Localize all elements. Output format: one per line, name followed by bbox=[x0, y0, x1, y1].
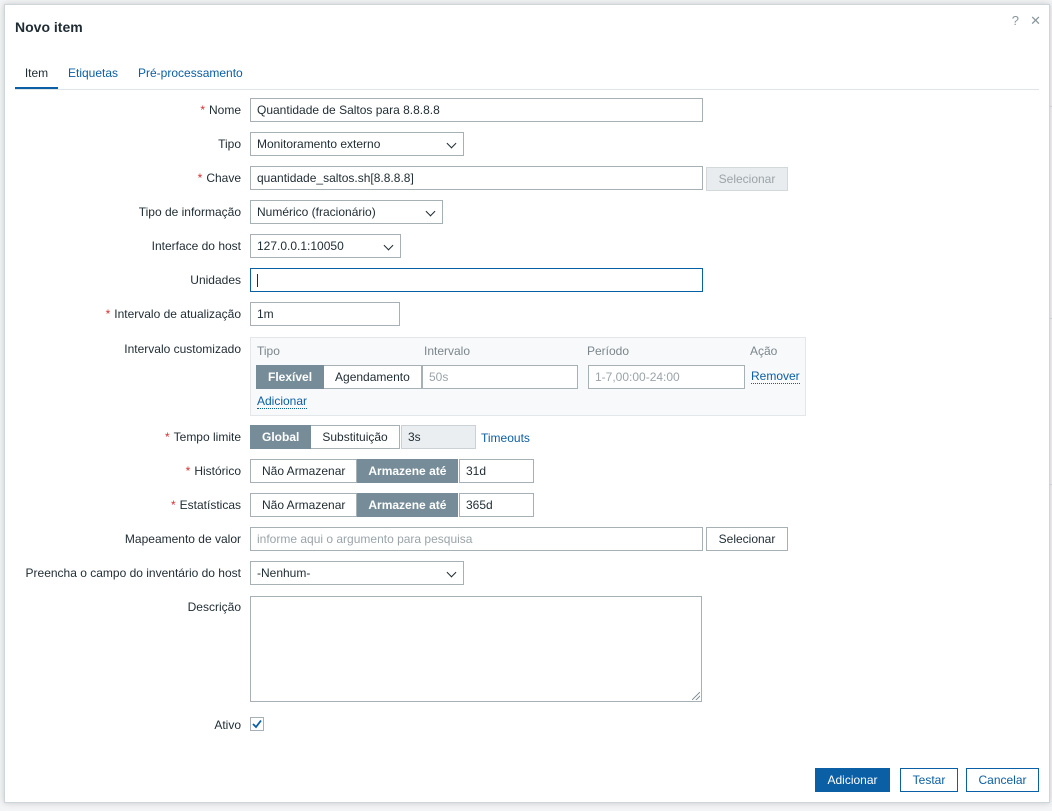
header-intervalo: Intervalo bbox=[424, 344, 471, 358]
resize-grip-icon[interactable] bbox=[692, 692, 700, 700]
unidades-input[interactable] bbox=[250, 268, 703, 292]
check-icon bbox=[252, 719, 262, 729]
intervalo-customizado-label: Intervalo customizado bbox=[124, 342, 241, 356]
header-acao: Ação bbox=[750, 344, 778, 358]
custom-interval-input[interactable]: 50s bbox=[422, 365, 578, 389]
historico-input[interactable]: 31d bbox=[459, 459, 534, 483]
inventario-label: Preencha o campo do inventário do host bbox=[25, 566, 241, 580]
remove-link[interactable]: Remover bbox=[751, 370, 800, 384]
estatisticas-text: Estatísticas bbox=[179, 498, 241, 512]
option-armazene-ate[interactable]: Armazene até bbox=[357, 459, 459, 483]
chave-label-text: Chave bbox=[206, 171, 241, 185]
add-button[interactable]: Adicionar bbox=[815, 768, 890, 792]
tempo-limite-input[interactable]: 3s bbox=[401, 425, 476, 449]
intervalo-atualizacao-label: * Intervalo de atualização bbox=[5, 307, 241, 321]
add-interval-link[interactable]: Adicionar bbox=[257, 395, 308, 409]
required-mark: * bbox=[200, 103, 205, 117]
chave-input[interactable]: quantidade_saltos.sh[8.8.8.8] bbox=[250, 166, 703, 190]
estatisticas-input[interactable]: 365d bbox=[459, 493, 534, 517]
option-agendamento[interactable]: Agendamento bbox=[324, 365, 422, 389]
option-flexivel[interactable]: Flexível bbox=[256, 365, 325, 389]
mapeamento-label: Mapeamento de valor bbox=[124, 532, 241, 546]
ativo-label: Ativo bbox=[214, 718, 241, 732]
historico-toggle: Não Armazenar Armazene até bbox=[250, 459, 459, 483]
chevron-down-icon bbox=[446, 138, 457, 149]
tempo-limite-label: * Tempo limite bbox=[5, 430, 241, 444]
tab-pre-processamento[interactable]: Pré-processamento bbox=[138, 65, 243, 87]
close-icon[interactable]: ✕ bbox=[1030, 13, 1041, 29]
chave-select-button[interactable]: Selecionar bbox=[706, 167, 788, 191]
dialog-title: Novo item bbox=[15, 19, 83, 35]
tab-etiquetas[interactable]: Etiquetas bbox=[68, 65, 118, 87]
chevron-down-icon bbox=[446, 567, 457, 578]
tipo-select[interactable]: Monitoramento externo bbox=[250, 132, 464, 156]
estatisticas-label: * Estatísticas bbox=[5, 498, 241, 512]
historico-label: * Histórico bbox=[5, 464, 241, 478]
test-button[interactable]: Testar bbox=[900, 768, 958, 792]
required-mark: * bbox=[164, 430, 170, 444]
unidades-label: Unidades bbox=[190, 273, 241, 287]
required-mark: * bbox=[105, 307, 111, 321]
option-nao-armazenar[interactable]: Não Armazenar bbox=[250, 493, 358, 517]
inventario-value: -Nenhum- bbox=[257, 566, 311, 580]
chevron-down-icon bbox=[383, 240, 394, 251]
header-periodo: Período bbox=[587, 344, 630, 358]
interface-value: 127.0.0.1:10050 bbox=[257, 239, 344, 253]
ativo-checkbox[interactable] bbox=[250, 717, 264, 731]
tipo-informacao-select[interactable]: Numérico (fracionário) bbox=[250, 200, 443, 224]
inventario-select[interactable]: -Nenhum- bbox=[250, 561, 464, 585]
option-nao-armazenar[interactable]: Não Armazenar bbox=[250, 459, 358, 483]
mapeamento-select-button[interactable]: Selecionar bbox=[706, 527, 788, 551]
custom-period-input[interactable]: 1-7,00:00-24:00 bbox=[588, 365, 745, 389]
interface-select[interactable]: 127.0.0.1:10050 bbox=[250, 234, 401, 258]
option-armazene-ate[interactable]: Armazene até bbox=[357, 493, 459, 517]
timeouts-link[interactable]: Timeouts bbox=[481, 431, 530, 445]
custom-interval-type-toggle: Flexível Agendamento bbox=[256, 365, 422, 389]
required-mark: * bbox=[170, 498, 176, 512]
intervalo-atualizacao-input[interactable]: 1m bbox=[250, 302, 400, 326]
estatisticas-toggle: Não Armazenar Armazene até bbox=[250, 493, 459, 517]
new-item-dialog: Novo item ? ✕ Item Etiquetas Pré-process… bbox=[4, 4, 1050, 803]
text-caret bbox=[257, 274, 258, 287]
required-mark: * bbox=[197, 171, 203, 185]
cancel-button[interactable]: Cancelar bbox=[966, 768, 1039, 792]
descricao-label: Descrição bbox=[187, 600, 241, 614]
option-global[interactable]: Global bbox=[250, 425, 312, 449]
chave-label: * Chave bbox=[5, 171, 241, 185]
chevron-down-icon bbox=[425, 206, 436, 217]
nome-input[interactable]: Quantidade de Saltos para 8.8.8.8 bbox=[250, 98, 703, 122]
required-mark: * bbox=[185, 464, 191, 478]
descricao-textarea[interactable] bbox=[250, 596, 702, 702]
intervalo-atualizacao-text: Intervalo de atualização bbox=[114, 307, 241, 321]
tipo-informacao-label: Tipo de informação bbox=[138, 205, 241, 219]
tipo-label: Tipo bbox=[218, 137, 241, 151]
tipo-informacao-value: Numérico (fracionário) bbox=[257, 205, 376, 219]
tab-item[interactable]: Item bbox=[15, 65, 58, 89]
custom-interval-table: Tipo Intervalo Período Ação Flexível Age… bbox=[250, 337, 806, 416]
header-tipo: Tipo bbox=[257, 344, 280, 358]
nome-label: * Nome bbox=[5, 103, 241, 117]
tab-bar: Item Etiquetas Pré-processamento bbox=[15, 65, 1039, 90]
question-icon[interactable]: ? bbox=[1012, 13, 1019, 28]
tempo-limite-text: Tempo limite bbox=[173, 430, 241, 444]
tipo-select-value: Monitoramento externo bbox=[257, 137, 381, 151]
interface-label: Interface do host bbox=[151, 239, 241, 253]
nome-label-text: Nome bbox=[208, 103, 241, 117]
mapeamento-input[interactable]: informe aqui o argumento para pesquisa bbox=[250, 527, 703, 551]
option-substituicao[interactable]: Substituição bbox=[311, 425, 400, 449]
historico-text: Histórico bbox=[194, 464, 241, 478]
tempo-limite-toggle: Global Substituição bbox=[250, 425, 400, 449]
